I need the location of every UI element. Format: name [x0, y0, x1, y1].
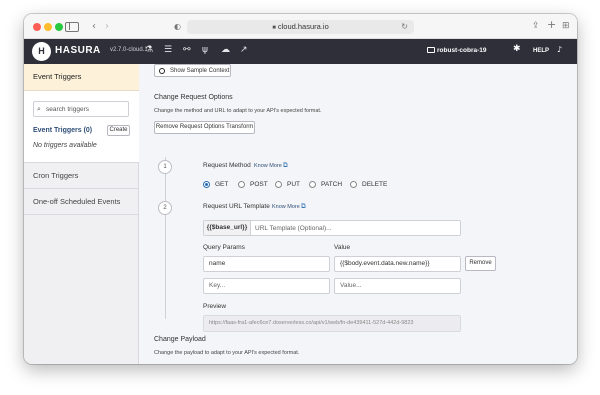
value-input[interactable]	[340, 282, 460, 289]
change-request-title: Change Request Options	[154, 94, 233, 101]
privacy-shield-icon[interactable]: ◐	[174, 20, 181, 34]
event-triggers-panel: ⌕ Event Triggers (0) Create No triggers …	[24, 91, 139, 163]
event-triggers-count: Event Triggers (0)	[33, 127, 93, 134]
radio-icon	[275, 181, 282, 188]
method-label: PATCH	[321, 181, 343, 188]
step-number-2: 2	[158, 201, 172, 215]
remove-request-transform-button[interactable]: Remove Request Options Transform	[154, 121, 255, 134]
zoom-window-button[interactable]	[55, 23, 63, 31]
change-payload-title: Change Payload	[154, 336, 206, 343]
share-icon[interactable]: ⇪	[532, 19, 540, 33]
help-button[interactable]: HELP	[533, 48, 549, 54]
main-scrollbar[interactable]	[572, 64, 577, 364]
hasura-logo-icon[interactable]: H	[32, 42, 51, 61]
change-request-description: Change the method and URL to adapt to yo…	[154, 108, 322, 114]
address-bar[interactable]: ■ cloud.hasura.io ↻	[187, 20, 414, 34]
method-label: GET	[215, 181, 229, 188]
sidebar-item-label: One-off Scheduled Events	[33, 197, 121, 206]
toggle-indicator-icon	[159, 68, 165, 74]
empty-state-text: No triggers available	[33, 142, 97, 149]
new-tab-icon[interactable]: +	[547, 18, 556, 32]
sidebar-item-label: Event Triggers	[33, 72, 82, 81]
events-icon[interactable]: ψ	[202, 45, 208, 55]
remove-query-param-button[interactable]: Remove	[465, 256, 496, 271]
preview-label: Preview	[203, 303, 227, 310]
sidebar-toggle-icon[interactable]	[65, 22, 79, 32]
query-param-value-cell[interactable]: {{$body.event.data.new.name}}	[334, 256, 461, 272]
database-icon[interactable]: ☰	[164, 45, 172, 55]
new-query-param-key-field[interactable]	[203, 278, 330, 294]
value-column-label: Value	[334, 244, 351, 251]
radio-icon	[203, 181, 210, 188]
notifications-bell-icon[interactable]: ♪	[557, 45, 562, 54]
radio-icon	[238, 181, 245, 188]
external-link-icon[interactable]: ⧉	[301, 202, 306, 211]
search-triggers-field[interactable]: ⌕	[33, 101, 129, 117]
step-number-1: 1	[158, 160, 172, 174]
app-header: H HASURA v2.7.0-cloud.1 ⚗ ☰ ⚯ ψ ☁ ↗ robu…	[24, 39, 577, 64]
query-params-label: Query Params	[203, 244, 245, 251]
tab-overview-icon[interactable]: ⊞	[562, 19, 570, 33]
method-label: PUT	[287, 181, 300, 188]
address-text: cloud.hasura.io	[277, 22, 329, 31]
step-connector	[165, 157, 166, 319]
reload-icon[interactable]: ↻	[401, 20, 408, 34]
lock-icon: ■	[272, 25, 276, 31]
key-input[interactable]	[209, 282, 329, 289]
show-sample-context-button[interactable]: Show Sample Context	[154, 64, 231, 77]
sidebar-item-cron-triggers[interactable]: Cron Triggers	[24, 163, 139, 189]
project-name[interactable]: robust-cobra-19	[437, 47, 486, 54]
url-template-know-more-link[interactable]: Know More	[272, 204, 300, 210]
close-window-button[interactable]	[33, 23, 41, 31]
settings-gear-icon[interactable]: ✱	[513, 44, 521, 54]
url-template-input[interactable]	[255, 223, 455, 233]
cloud-icon[interactable]: ☁	[221, 45, 230, 55]
main-content: Show Sample Context Change Request Optio…	[139, 64, 577, 364]
query-param-key-cell[interactable]: name	[203, 256, 330, 272]
url-preview: https://faas-fra1-afec6ce7.doserverless.…	[203, 315, 461, 332]
brand-name[interactable]: HASURA	[55, 45, 101, 56]
monitoring-chart-icon[interactable]: ↗	[240, 45, 248, 55]
external-link-icon[interactable]: ⧉	[283, 161, 288, 170]
request-method-label: Request Method	[203, 162, 251, 169]
request-method-know-more-link[interactable]: Know More	[254, 163, 282, 169]
search-triggers-input[interactable]	[46, 104, 126, 115]
radio-icon	[309, 181, 316, 188]
sidebar-item-label: Cron Triggers	[33, 171, 79, 180]
method-label: POST	[250, 181, 268, 188]
sidebar: Event Triggers ⌕ Event Triggers (0) Crea…	[24, 64, 139, 364]
change-payload-description: Change the payload to adapt to your API'…	[154, 350, 300, 356]
url-template-label: Request URL Template	[203, 203, 270, 210]
base-url-addon: {{$base_url}}	[204, 221, 251, 235]
search-icon: ⌕	[37, 105, 41, 113]
url-template-field[interactable]: {{$base_url}}	[203, 220, 461, 236]
sidebar-item-event-triggers[interactable]: Event Triggers	[24, 64, 139, 91]
sidebar-item-one-off-events[interactable]: One-off Scheduled Events	[24, 189, 139, 215]
radio-icon	[350, 181, 357, 188]
relationship-icon[interactable]: ⚯	[183, 45, 191, 55]
show-sample-context-label: Show Sample Context	[170, 68, 230, 74]
create-trigger-button[interactable]: Create	[107, 125, 130, 136]
method-label: DELETE	[362, 181, 388, 188]
new-query-param-value-field[interactable]	[334, 278, 461, 294]
version-label: v2.7.0-cloud.1	[110, 47, 148, 53]
browser-window: ‹ › ◐ ■ cloud.hasura.io ↻ ⇪ + ⊞ H HASURA …	[24, 14, 577, 364]
minimize-window-button[interactable]	[44, 23, 52, 31]
project-icon	[427, 47, 435, 53]
browser-toolbar: ‹ › ◐ ■ cloud.hasura.io ↻ ⇪ + ⊞	[24, 14, 577, 39]
forward-icon[interactable]: ›	[105, 20, 109, 34]
back-icon[interactable]: ‹	[92, 20, 96, 34]
api-explorer-icon[interactable]: ⚗	[145, 45, 153, 55]
